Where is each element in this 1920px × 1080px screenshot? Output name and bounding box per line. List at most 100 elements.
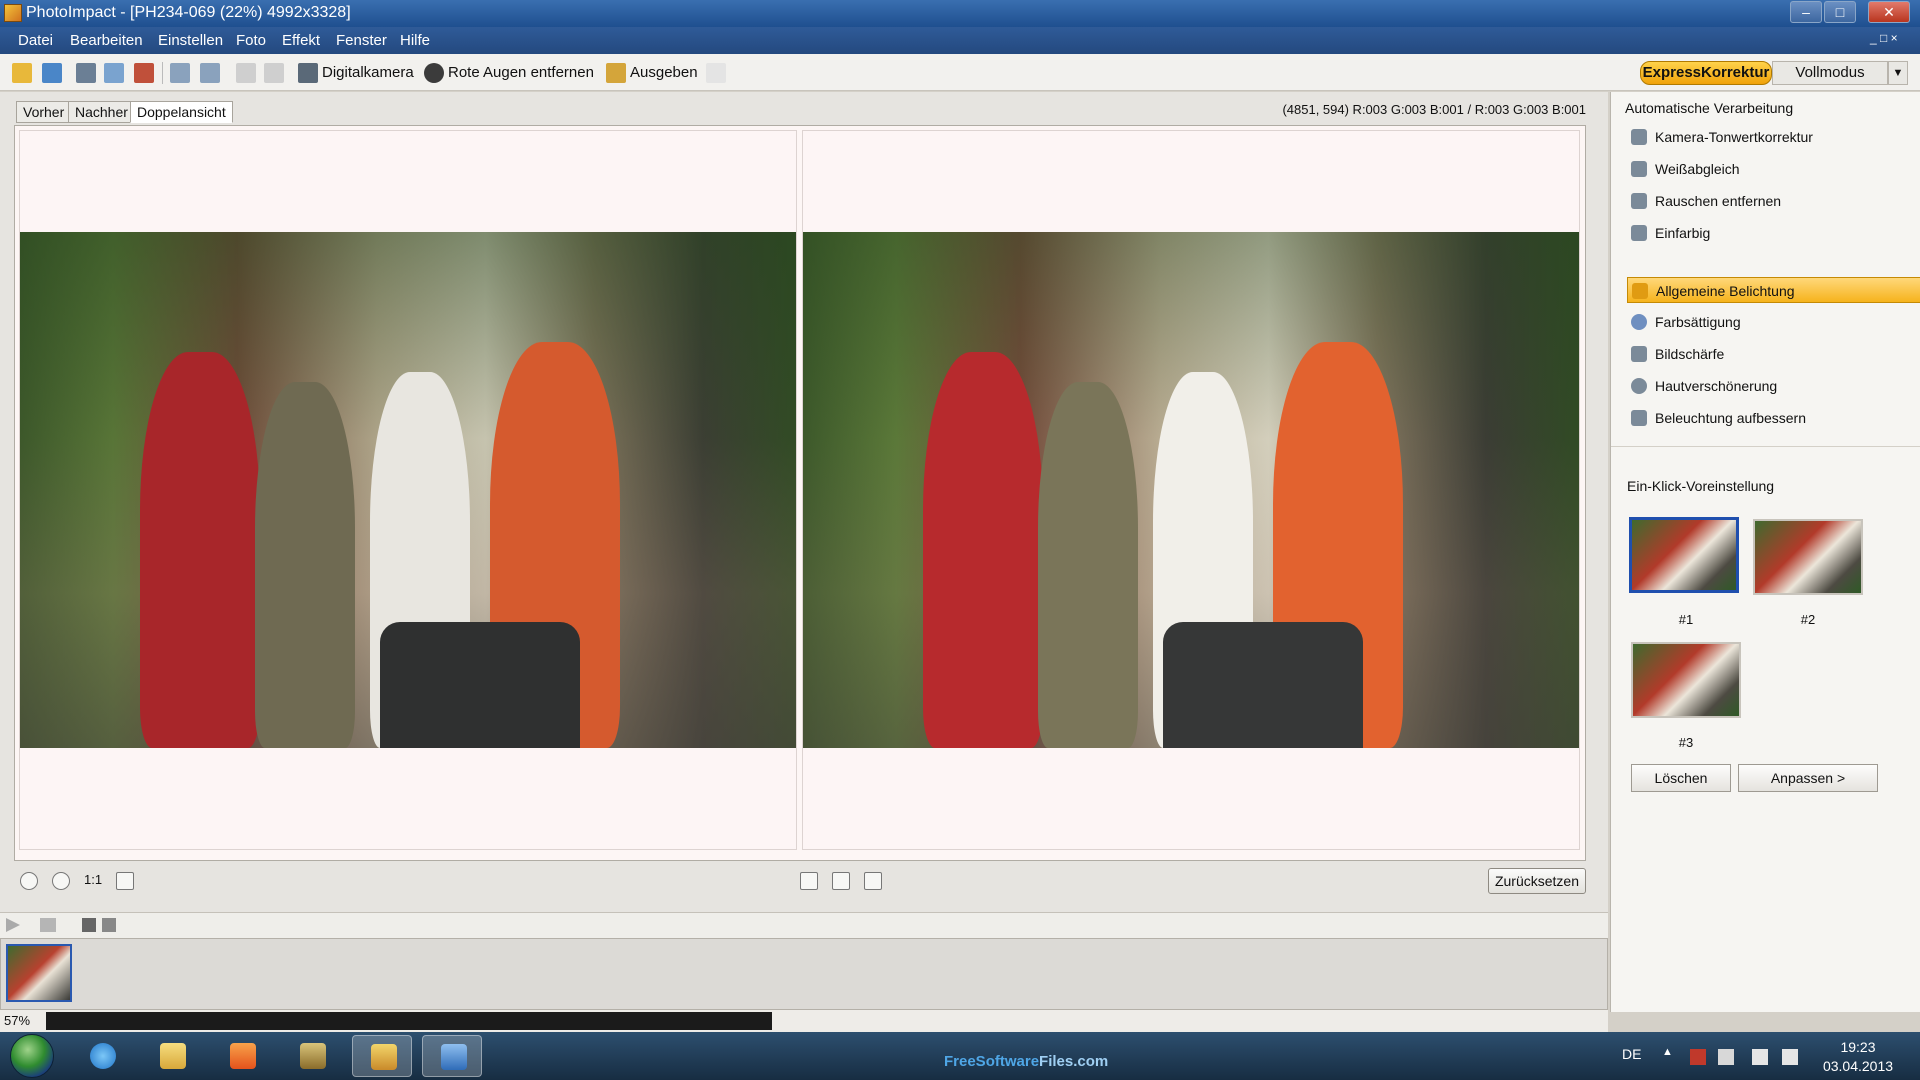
watermark: FreeSoftwareFiles.com (944, 1053, 1109, 1070)
taskbar-photoimpact[interactable] (352, 1035, 412, 1077)
browse-icon[interactable] (104, 63, 124, 83)
menu-effekt[interactable]: Effekt (282, 32, 320, 49)
red-eye-icon (424, 63, 444, 83)
flag-icon[interactable] (1690, 1049, 1706, 1065)
taskbar-media-player[interactable] (212, 1035, 272, 1077)
monochrome-item[interactable]: Einfarbig (1627, 220, 1920, 246)
saturation-icon (1631, 314, 1647, 330)
skin-smoothing-item[interactable]: Hautverschönerung (1627, 373, 1920, 399)
sort-icon[interactable] (82, 918, 96, 932)
side-item-label: Allgemeine Belichtung (1656, 283, 1795, 299)
presets-heading: Ein-Klick-Voreinstellung (1627, 478, 1775, 494)
preset-thumbnail-3[interactable] (1631, 642, 1741, 718)
camera-tone-item[interactable]: Kamera-Tonwertkorrektur (1627, 124, 1920, 150)
volume-icon[interactable] (1782, 1049, 1798, 1065)
menu-hilfe[interactable]: Hilfe (400, 32, 430, 49)
side-item-label: Farbsättigung (1655, 314, 1741, 330)
actual-size-button[interactable]: 1:1 (84, 872, 102, 887)
app-blue-icon (441, 1044, 467, 1070)
menu-foto[interactable]: Foto (236, 32, 266, 49)
maximize-button[interactable]: □ (1824, 1, 1856, 23)
menu-datei[interactable]: Datei (18, 32, 53, 49)
lighting-item[interactable]: Beleuchtung aufbessern (1627, 405, 1920, 431)
noise-removal-item[interactable]: Rauschen entfernen (1627, 188, 1920, 214)
mode-dropdown-chevron-icon[interactable]: ▼ (1888, 61, 1908, 85)
reset-button[interactable]: Zurücksetzen (1488, 868, 1586, 894)
taskbar-internet-explorer[interactable] (72, 1035, 132, 1077)
express-panel: Automatische Verarbeitung Kamera-Tonwert… (1610, 92, 1920, 1012)
toolbar-separator (162, 62, 163, 84)
language-indicator[interactable]: DE (1622, 1046, 1641, 1062)
side-item-label: Hautverschönerung (1655, 378, 1778, 394)
copy-icon[interactable] (170, 63, 190, 83)
express-mode-button[interactable]: ExpressKorrektur (1640, 61, 1772, 85)
camera-import-icon[interactable] (134, 63, 154, 83)
output-button[interactable]: Ausgeben (630, 64, 698, 81)
app-icon (4, 4, 22, 22)
taskbar-explorer[interactable] (142, 1035, 202, 1077)
menu-bar: Datei Bearbeiten Einstellen Foto Effekt … (0, 27, 1920, 54)
signal-icon[interactable] (1752, 1049, 1768, 1065)
status-bar: 57% (0, 1010, 1608, 1032)
title-bar: PhotoImpact - [PH234-069 (22%) 4992x3328… (0, 0, 1920, 27)
output-icon (606, 63, 626, 83)
list-view-icon[interactable] (40, 918, 56, 932)
tab-doppelansicht[interactable]: Doppelansicht (130, 101, 233, 123)
taskbar-app-clapper[interactable] (282, 1035, 342, 1077)
white-balance-item[interactable]: Weißabgleich (1627, 156, 1920, 182)
undo-icon[interactable] (236, 63, 256, 83)
fit-window-icon[interactable] (116, 872, 134, 890)
red-eye-button[interactable]: Rote Augen entfernen (448, 64, 594, 81)
thumbnails-icon[interactable] (102, 918, 116, 932)
taskbar-app-blue[interactable] (422, 1035, 482, 1077)
redo-icon[interactable] (264, 63, 284, 83)
full-mode-button[interactable]: Vollmodus (1772, 61, 1888, 85)
open-folder-icon[interactable] (12, 63, 32, 83)
noise-icon (1631, 193, 1647, 209)
filmstrip (0, 938, 1608, 1010)
menu-fenster[interactable]: Fenster (336, 32, 387, 49)
clock-time: 19:23 (1840, 1039, 1876, 1055)
internet-explorer-icon (90, 1043, 116, 1069)
digitalkamera-button[interactable]: Digitalkamera (322, 64, 414, 81)
play-icon[interactable] (6, 918, 20, 932)
compare-view-icon[interactable] (864, 872, 882, 890)
crop-icon[interactable] (800, 872, 818, 890)
adjust-preset-button[interactable]: Anpassen > (1738, 764, 1878, 792)
start-button[interactable] (10, 1034, 54, 1078)
tab-vorher[interactable]: Vorher (16, 101, 72, 123)
close-button[interactable]: ✕ (1868, 1, 1910, 23)
side-item-label: Weißabgleich (1655, 161, 1740, 177)
media-player-icon (230, 1043, 256, 1069)
filmstrip-toolbar (0, 912, 1608, 938)
tab-nachher[interactable]: Nachher (68, 101, 135, 123)
zoom-in-icon[interactable] (20, 872, 38, 890)
menu-bearbeiten[interactable]: Bearbeiten (70, 32, 143, 49)
network-icon[interactable] (1718, 1049, 1734, 1065)
preset-thumbnail-1[interactable] (1629, 517, 1739, 593)
print-icon[interactable] (76, 63, 96, 83)
side-item-label: Rauschen entfernen (1655, 193, 1782, 209)
menu-einstellen[interactable]: Einstellen (158, 32, 223, 49)
minimize-button[interactable]: – (1790, 1, 1822, 23)
filmstrip-thumbnail[interactable] (6, 944, 72, 1002)
before-photo[interactable] (20, 232, 796, 748)
save-icon[interactable] (42, 63, 62, 83)
sharpness-item[interactable]: Bildschärfe (1627, 341, 1920, 367)
after-photo[interactable] (803, 232, 1579, 748)
clock[interactable]: 19:23 03.04.2013 (1810, 1038, 1906, 1076)
paste-icon[interactable] (200, 63, 220, 83)
divider (1611, 446, 1920, 447)
exposure-item[interactable]: Allgemeine Belichtung (1627, 277, 1920, 303)
preset-thumbnail-2[interactable] (1753, 519, 1863, 595)
preset-label-3: #3 (1678, 735, 1694, 750)
zoom-out-icon[interactable] (52, 872, 70, 890)
split-view-icon[interactable] (832, 872, 850, 890)
tray-expand-icon[interactable]: ▲ (1662, 1046, 1673, 1058)
more-tools-icon[interactable] (706, 63, 726, 83)
delete-preset-button[interactable]: Löschen (1631, 764, 1731, 792)
pixel-info-readout: (4851, 594) R:003 G:003 B:001 / R:003 G:… (1282, 102, 1586, 117)
preset-label-2: #2 (1800, 612, 1816, 627)
saturation-item[interactable]: Farbsättigung (1627, 309, 1920, 335)
document-window-controls[interactable]: _ □ × (1870, 31, 1898, 45)
